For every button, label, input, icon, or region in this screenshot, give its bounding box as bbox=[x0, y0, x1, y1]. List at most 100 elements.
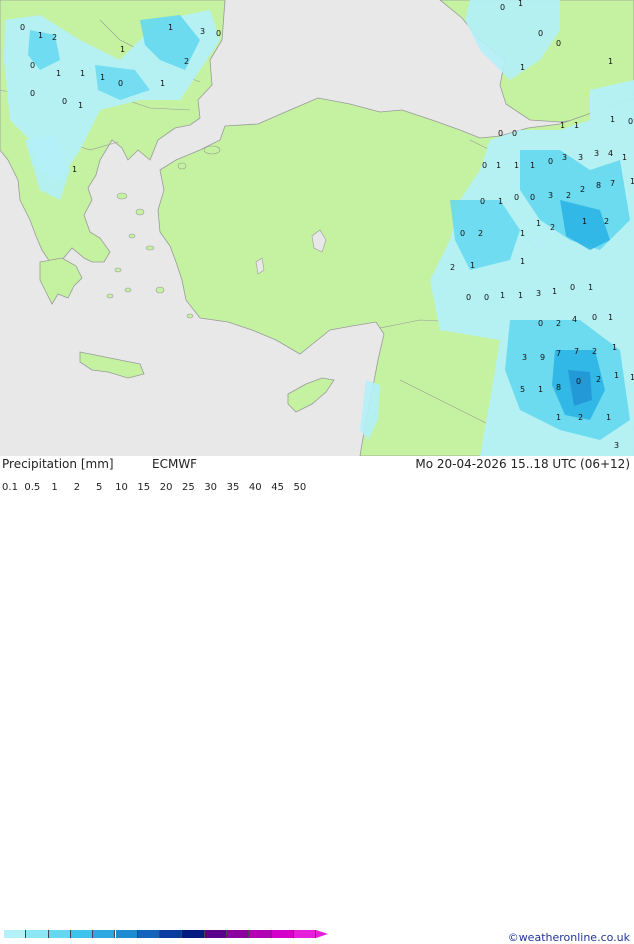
map-footer: Precipitation [mm] ECMWF Mo 20-04-2026 1… bbox=[0, 456, 634, 944]
precip-value-label: 1 bbox=[614, 371, 619, 380]
precip-value-label: 0 bbox=[460, 229, 465, 238]
precip-value-label: 2 bbox=[592, 347, 597, 356]
precip-value-label: 0 bbox=[538, 319, 543, 328]
precip-value-label: 7 bbox=[574, 347, 579, 356]
forecast-datetime: Mo 20-04-2026 15..18 UTC (06+12) bbox=[415, 457, 630, 471]
precip-value-label: 1 bbox=[630, 177, 634, 186]
legend-swatch bbox=[48, 930, 71, 938]
precip-value-label: 0 bbox=[548, 157, 553, 166]
legend-swatch bbox=[26, 930, 49, 938]
legend-swatch bbox=[204, 930, 227, 938]
precip-value-label: 2 bbox=[556, 319, 561, 328]
legend-swatch bbox=[271, 930, 294, 938]
legend-label: 20 bbox=[159, 482, 173, 493]
legend-label: 25 bbox=[182, 482, 195, 493]
legend-label: 15 bbox=[137, 482, 151, 493]
precip-value-label: 2 bbox=[566, 191, 571, 200]
legend-swatch bbox=[249, 930, 272, 938]
precip-value-label: 1 bbox=[470, 261, 475, 270]
legend-label: 0.5 bbox=[24, 482, 41, 493]
precip-value-label: 0 bbox=[500, 3, 505, 12]
precip-value-label: 1 bbox=[80, 69, 85, 78]
legend-swatch bbox=[137, 930, 161, 938]
precip-value-label: 3 bbox=[536, 289, 541, 298]
legend-label: 40 bbox=[248, 482, 262, 493]
precip-value-label: 1 bbox=[100, 73, 105, 82]
precip-value-label: 1 bbox=[582, 217, 587, 226]
legend-label: 45 bbox=[271, 482, 284, 493]
legend-label: 5 bbox=[96, 482, 103, 493]
precip-value-label: 3 bbox=[562, 153, 567, 162]
precip-value-label: 3 bbox=[522, 353, 527, 362]
precipitation-map[interactable]: 0121301201110100110100110011100111033341… bbox=[0, 0, 634, 456]
precip-value-label: 0 bbox=[62, 97, 67, 106]
precip-value-label: 8 bbox=[556, 383, 561, 392]
precip-value-label: 1 bbox=[518, 0, 523, 8]
precip-value-label: 0 bbox=[498, 129, 503, 138]
precip-value-label: 1 bbox=[552, 287, 557, 296]
precip-value-label: 0 bbox=[514, 193, 519, 202]
precip-value-label: 1 bbox=[536, 219, 541, 228]
precip-value-label: 1 bbox=[612, 343, 617, 352]
precip-value-label: 0 bbox=[484, 293, 489, 302]
precip-value-label: 4 bbox=[608, 149, 613, 158]
precip-value-label: 3 bbox=[594, 149, 599, 158]
precip-value-label: 0 bbox=[30, 89, 35, 98]
precip-value-label: 0 bbox=[592, 313, 597, 322]
precip-value-label: 1 bbox=[514, 161, 519, 170]
precip-value-label: 1 bbox=[78, 101, 83, 110]
legend-label: 1 bbox=[51, 482, 58, 493]
legend-label: 30 bbox=[204, 482, 218, 493]
precip-value-label: 1 bbox=[608, 313, 613, 322]
precip-value-label: 1 bbox=[560, 121, 565, 130]
precip-value-label: 3 bbox=[578, 153, 583, 162]
legend-label: 50 bbox=[293, 482, 307, 493]
precip-value-label: 0 bbox=[118, 79, 123, 88]
precip-value-label: 3 bbox=[614, 441, 619, 450]
precip-value-label: 2 bbox=[550, 223, 555, 232]
precip-value-label: 0 bbox=[530, 193, 535, 202]
precip-value-label: 5 bbox=[520, 385, 525, 394]
precip-value-label: 1 bbox=[168, 23, 173, 32]
precip-value-label: 1 bbox=[556, 413, 561, 422]
precip-value-label: 2 bbox=[580, 185, 585, 194]
copyright-link[interactable]: ©weatheronline.co.uk bbox=[508, 931, 630, 944]
precip-value-label: 0 bbox=[466, 293, 471, 302]
precip-value-label: 2 bbox=[604, 217, 609, 226]
precip-value-label: 1 bbox=[538, 385, 543, 394]
precip-value-label: 1 bbox=[588, 283, 593, 292]
precip-value-label: 1 bbox=[496, 161, 501, 170]
precip-value-label: 7 bbox=[556, 349, 561, 358]
precip-value-label: 4 bbox=[572, 315, 577, 324]
legend-label: 0.1 bbox=[2, 482, 18, 493]
legend-label: 2 bbox=[73, 482, 81, 493]
precip-title: Precipitation [mm] bbox=[2, 457, 114, 471]
legend-swatch bbox=[70, 930, 94, 938]
precip-value-label: 1 bbox=[574, 121, 579, 130]
precip-value-label: 1 bbox=[610, 115, 615, 124]
precip-value-label: 1 bbox=[520, 63, 525, 72]
precip-value-label: 1 bbox=[38, 31, 43, 40]
precip-value-label: 2 bbox=[596, 375, 601, 384]
precip-value-label: 0 bbox=[20, 23, 25, 32]
precip-value-label: 1 bbox=[120, 45, 125, 54]
legend-arrow bbox=[316, 930, 329, 938]
legend-swatch bbox=[93, 930, 116, 938]
precip-value-label: 1 bbox=[520, 257, 525, 266]
precip-value-label: 0 bbox=[538, 29, 543, 38]
precip-value-label: 7 bbox=[610, 179, 615, 188]
color-legend bbox=[4, 930, 329, 938]
precip-value-label: 1 bbox=[622, 153, 627, 162]
legend-swatch bbox=[182, 930, 205, 938]
precip-value-label: 1 bbox=[72, 165, 77, 174]
legend-swatch bbox=[227, 930, 250, 938]
legend-swatch bbox=[115, 930, 138, 938]
precip-value-label: 1 bbox=[608, 57, 613, 66]
precip-value-label: 9 bbox=[540, 353, 545, 362]
legend-swatch bbox=[4, 930, 27, 938]
model-name: ECMWF bbox=[152, 457, 198, 471]
precip-value-label: 2 bbox=[184, 57, 189, 66]
precip-value-label: 0 bbox=[482, 161, 487, 170]
legend-label: 10 bbox=[115, 482, 128, 493]
precip-value-label: 1 bbox=[518, 291, 523, 300]
